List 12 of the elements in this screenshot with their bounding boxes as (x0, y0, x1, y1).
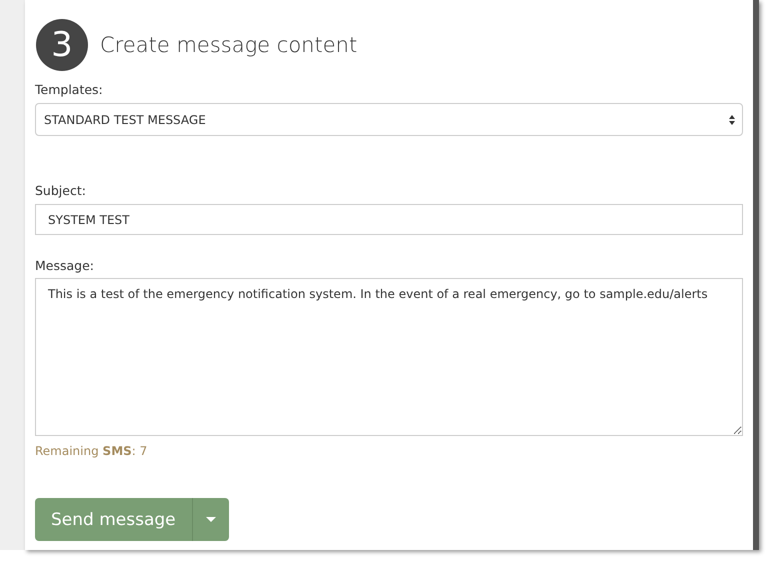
caret-icon (206, 516, 216, 522)
subject-field[interactable]: SYSTEM TEST (35, 204, 743, 235)
message-field[interactable]: This is a test of the emergency notification system. In the event of a real emergency, go to sample.edu/alerts (35, 278, 743, 436)
remaining-count: Remaining SMS: 7 (35, 444, 148, 458)
field-label: Subject: (35, 183, 87, 198)
dropdown-toggle[interactable] (192, 498, 229, 541)
step-number: 3 (36, 19, 88, 71)
templates-dropdown[interactable]: STANDARD TEST MESSAGE (35, 103, 743, 136)
field-label: Templates: (35, 82, 104, 97)
field-label: Message: (35, 258, 95, 273)
section-title: Create message content (100, 33, 358, 57)
stepper-icon (728, 114, 736, 126)
